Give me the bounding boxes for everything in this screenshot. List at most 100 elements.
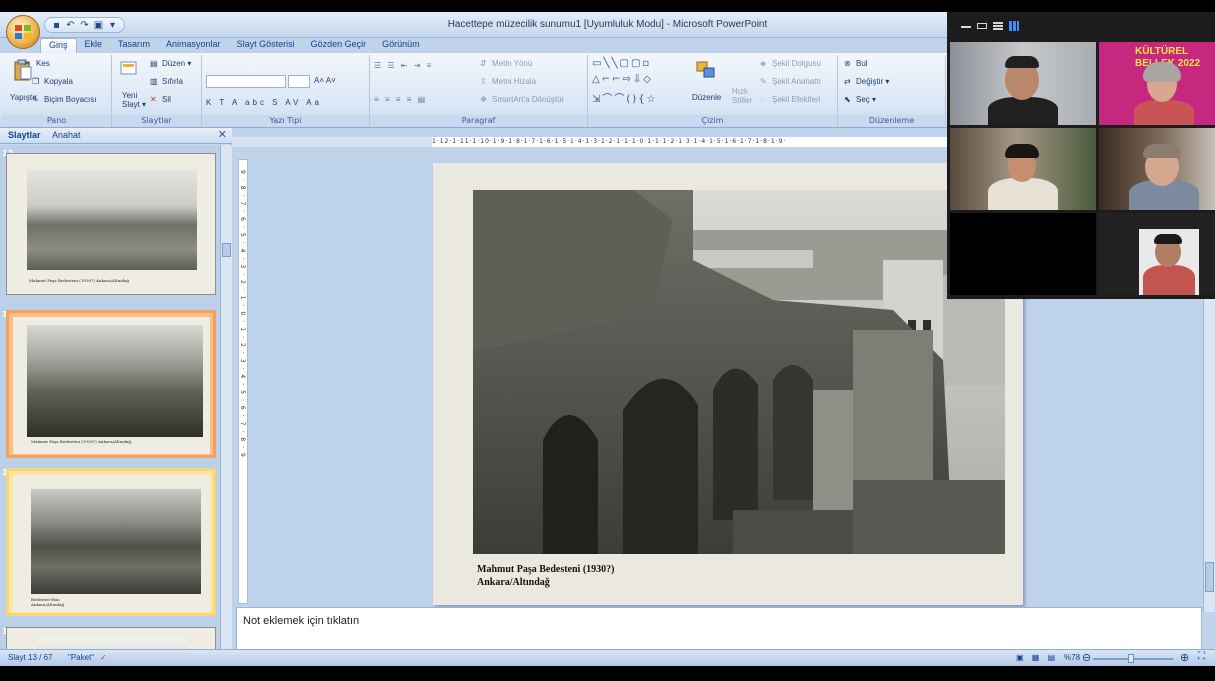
arrange-icon[interactable] [696,61,716,79]
shapes-gallery-row1[interactable]: ▭╲╲▢▢▫ [592,58,651,69]
shape-fill-button[interactable]: ◈ Şekil Dolgusu [760,59,821,69]
tab-gozden-gecir[interactable]: Gözden Geçir [303,38,375,54]
group-label-pano: Pano [2,115,111,126]
participant-body [988,97,1058,125]
arrange-button[interactable]: Düzenle [692,93,721,102]
participant-tile-video-off[interactable] [950,213,1096,295]
layout-button[interactable]: ▤ Düzen ▾ [150,59,191,69]
shapes-gallery-row3[interactable]: ⇲⌒⌒(){☆ [592,90,658,105]
group-cizim: ▭╲╲▢▢▫ △⌐⌐⇨⇩◇ ⇲⌒⌒(){☆ Düzenle Hızlı Still… [588,55,838,127]
participant-hair [1005,56,1039,68]
close-pane-icon[interactable]: ✕ [218,128,227,141]
align-buttons[interactable]: ≡ ≡ ≡ ≡ ▤ [374,95,427,104]
tab-ekle[interactable]: Ekle [77,38,111,54]
find-button[interactable]: ⊛ Bul [844,59,868,69]
smartart-button[interactable]: ❖ SmartArt'a Dönüştür [480,95,564,105]
pen-icon: ✎ [760,77,767,86]
thumb-slide: Mahmut Paşa Bedesteni (1930?) Ankara/Alt… [7,154,215,294]
group-paragraf: ☰ ☰ ⇤ ⇥ ≡ ≡ ≡ ≡ ≡ ▤ ⇵ Metin Yönü ⇳ Metni H… [370,55,588,127]
participant-hair [1143,62,1181,82]
new-slide-icon[interactable] [120,59,138,77]
slide-thumbnails: 12 Mahmut Paşa Bedesteni (1930?) Ankara/… [0,145,220,652]
video-call-overlay: KÜLTÜREL BELLEK 2022 [947,12,1215,299]
tab-animasyonlar[interactable]: Animasyonlar [158,38,229,54]
thumbnails-scrollbar[interactable] [220,145,232,652]
thumb-slide: Mahmut Paşa Bedesteni (1930?) Ankara/Alt… [13,317,210,454]
reset-label: Sıfırla [162,77,183,87]
gallery-view-icon[interactable] [1009,21,1019,31]
copy-button[interactable]: ❐ Kopyala [32,77,73,87]
thumb-photo [27,325,203,437]
list-buttons[interactable]: ☰ ☰ ⇤ ⇥ ≡ [374,61,433,70]
tab-slides[interactable]: Slaytlar [8,130,41,140]
office-button[interactable] [6,15,40,49]
participant-tile[interactable]: KÜLTÜREL BELLEK 2022 [1099,42,1215,125]
quick-styles-label-1: Hızlı [732,87,748,96]
notes-pane[interactable]: Not eklemek için tıklatın [236,607,1202,652]
tab-outline[interactable]: Anahat [52,130,81,140]
view-buttons[interactable]: ▣ ▦ ▤ [1016,653,1058,662]
scroll-thumb[interactable] [222,243,231,257]
new-slide-button[interactable]: Yeni Slayt ▾ [122,91,146,109]
align-text-button[interactable]: ⇳ Metni Hizala [480,77,536,87]
zoom-in-icon[interactable]: ⊕ [1180,651,1189,664]
tab-gorunum[interactable]: Görünüm [374,38,428,54]
slide-position: Slayt 13 / 67 [8,653,53,662]
participant-tile[interactable] [1099,213,1215,295]
participant-hair [1005,144,1039,158]
select-button[interactable]: ⬉ Seç ▾ [844,95,876,105]
participant-body [988,178,1058,210]
zoom-level[interactable]: %78 [1064,653,1080,662]
font-format-buttons[interactable]: K T A abc S AV Aa [206,98,322,107]
restore-icon[interactable] [977,23,987,29]
delete-label: Sil [162,95,171,105]
ribbon-tabs: Giriş Ekle Tasarım Animasyonlar Slayt Gö… [40,38,428,54]
text-direction-button[interactable]: ⇵ Metin Yönü [480,59,532,69]
zoom-out-icon[interactable]: ⊖ [1082,651,1091,664]
smartart-label: SmartArt'a Dönüştür [492,95,565,105]
minimize-icon[interactable] [961,26,971,28]
font-family-combo[interactable] [206,75,286,88]
delete-slide-button[interactable]: ✕ Sil [150,95,171,105]
effects-icon: ◌ [760,95,765,104]
font-grow-icon[interactable]: A˄ A˅ [314,76,336,85]
status-bar: Slayt 13 / 67 "Paket" ✓ ▣ ▦ ▤ %78 ⊖ ⊕ ⛶ [0,649,1215,666]
speaker-view-icon[interactable] [993,22,1003,30]
reset-button[interactable]: ▥ Sıfırla [150,77,183,87]
replace-button[interactable]: ⇄ Değiştir ▾ [844,77,889,87]
shape-fill-label: Şekil Dolgusu [772,59,821,69]
participant-body [1143,265,1195,295]
slide-caption[interactable]: Mahmut Paşa Bedesteni (1930?) Ankara/Alt… [477,563,615,589]
shape-outline-button[interactable]: ✎ Şekil Anahattı [760,77,821,87]
office-logo-icon [15,25,31,39]
notes-placeholder: Not eklemek için tıklatın [243,615,360,627]
slide-thumbnail[interactable]: Bedesten-Han Ankara/Altındağ [6,468,216,616]
participant-tile-active[interactable] [950,42,1096,125]
slide-thumbnail-selected[interactable]: Mahmut Paşa Bedesteni (1930?) Ankara/Alt… [6,310,216,458]
spelling-check-icon[interactable]: ✓ [100,653,107,662]
current-slide[interactable]: Mahmut Paşa Bedesteni (1930?) Ankara/Alt… [433,163,1023,605]
font-size-combo[interactable] [288,75,310,88]
format-painter-button[interactable]: ✎ Biçim Boyacısı [32,95,96,105]
zoom-slider-thumb[interactable] [1128,654,1134,663]
caption-line-1: Mahmut Paşa Bedesteni (1930?) [477,564,615,575]
participant-tile[interactable] [1099,128,1215,210]
quick-styles-button[interactable]: Hızlı Stiller [732,87,752,105]
quick-styles-label-2: Stiller [732,96,753,105]
binoculars-icon: ⊛ [844,59,851,68]
participant-tile[interactable] [950,128,1096,210]
fit-window-icon[interactable]: ⛶ [1198,651,1205,662]
theme-name: "Paket" [68,653,95,662]
tab-giris[interactable]: Giriş [40,38,77,54]
scroll-thumb[interactable] [1205,562,1214,592]
thumb-slide: Bedesten-Han Ankara/Altındağ [13,475,210,612]
slide-thumbnail[interactable]: Mahmut Paşa Bedesteni (1930?) Ankara/Alt… [6,153,216,295]
shape-effects-button[interactable]: ◌ Şekil Efektleri [760,95,820,105]
shape-outline-label: Şekil Anahattı [772,77,821,87]
shapes-gallery-row2[interactable]: △⌐⌐⇨⇩◇ [592,74,653,85]
tab-slayt-gosterisi[interactable]: Slayt Gösterisi [229,38,303,54]
cut-button[interactable]: ✂ Kes [24,59,50,69]
tab-tasarim[interactable]: Tasarım [110,38,158,54]
group-pano: Yapıştır ✂ Kes ❐ Kopyala ✎ Biçim Boyacısı P… [2,55,112,127]
slide-photo[interactable] [473,190,1005,554]
